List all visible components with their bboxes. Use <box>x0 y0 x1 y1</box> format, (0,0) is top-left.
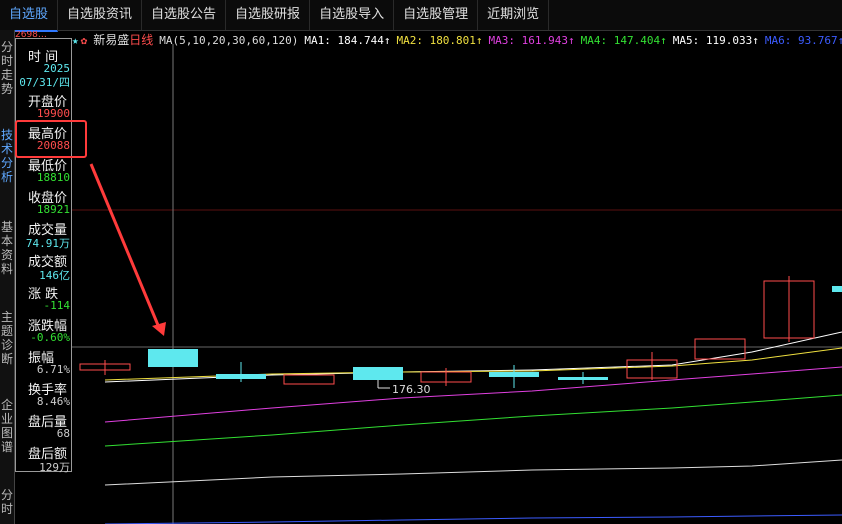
ma5-value: MA5: 119.033↑ <box>672 34 759 47</box>
kline-chart[interactable]: 176.30 <box>72 30 842 524</box>
vtab-technical[interactable]: 技术分析 <box>0 128 14 188</box>
change-value: -114 <box>43 299 71 312</box>
tab-watchlist[interactable]: 自选股 <box>0 0 59 32</box>
candle-down <box>832 286 842 292</box>
after-amount-value: 129万 <box>39 461 70 474</box>
ma2-value: MA2: 180.801↑ <box>396 34 483 47</box>
vtab-intraday-2[interactable]: 分时 <box>0 488 14 524</box>
chart-period[interactable]: 日线 <box>129 33 153 47</box>
ma3-line <box>104 366 842 423</box>
chart-header: ★ ✿ 新易盛日线 MA(5,10,20,30,60,120) MA1: 184.744… <box>72 31 842 47</box>
annotation-red-arrowhead <box>152 322 166 336</box>
ma5-line <box>104 459 842 486</box>
after-volume-value: 68 <box>56 427 70 440</box>
left-vertical-tabs: 分时走势 技术分析 基本资料 主题诊断 企业图谱 分时 <box>0 30 15 524</box>
tab-watchlist-import[interactable]: 自选股导入 <box>310 0 395 30</box>
open-value: 19900 <box>36 107 70 120</box>
gear-icon[interactable]: ✿ <box>81 34 88 47</box>
ma1-value: MA1: 184.744↑ <box>304 34 391 47</box>
vtab-fundamentals[interactable]: 基本资料 <box>0 220 14 280</box>
ma3-value: MA3: 161.943↑ <box>488 34 575 47</box>
candle-down <box>353 367 403 380</box>
candle-down <box>489 372 539 377</box>
tab-watchlist-research[interactable]: 自选股研报 <box>226 0 311 30</box>
top-tab-bar: 自选股 自选股资讯 自选股公告 自选股研报 自选股导入 自选股管理 近期浏览 <box>0 0 842 32</box>
close-value: 18921 <box>36 203 70 216</box>
vtab-intraday[interactable]: 分时走势 <box>0 40 14 100</box>
ma6-value: MA6: 93.767↑ <box>764 34 842 47</box>
date-value: 07/31/四 <box>19 76 70 89</box>
candle-up <box>283 374 335 385</box>
amplitude-value: 6.71% <box>36 363 70 376</box>
tab-watchlist-announcements[interactable]: 自选股公告 <box>142 0 227 30</box>
stock-name: 新易盛 <box>93 33 130 47</box>
candle-down <box>148 349 198 367</box>
amount-value: 146亿 <box>39 269 70 282</box>
annotation-red-arrow <box>89 163 162 331</box>
highlight-box <box>15 120 87 158</box>
low-value: 18810 <box>36 171 70 184</box>
turnover-value: 8.46% <box>36 395 70 408</box>
ma4-value: MA4: 147.404↑ <box>580 34 667 47</box>
tab-watchlist-news[interactable]: 自选股资讯 <box>58 0 143 30</box>
volume-value: 74.91万 <box>25 237 70 250</box>
vtab-company-graph[interactable]: 企业图谱 <box>0 398 14 458</box>
tab-recent-browse[interactable]: 近期浏览 <box>478 0 550 30</box>
pct-value: -0.60% <box>30 331 70 344</box>
ma4-line <box>104 394 842 447</box>
tab-watchlist-manage[interactable]: 自选股管理 <box>394 0 479 30</box>
vtab-theme-diagnosis[interactable]: 主题诊断 <box>0 310 14 370</box>
low-price-label: 176.30 <box>392 383 431 396</box>
candle-down <box>558 377 608 380</box>
ma-params: MA(5,10,20,30,60,120) <box>159 34 299 47</box>
candle-up <box>694 338 746 360</box>
candle-down <box>216 374 266 379</box>
info-panel: 时 间 2025 07/31/四 开盘价 19900 最高价 20088 最低价… <box>15 38 72 474</box>
ma6-line <box>104 514 842 524</box>
